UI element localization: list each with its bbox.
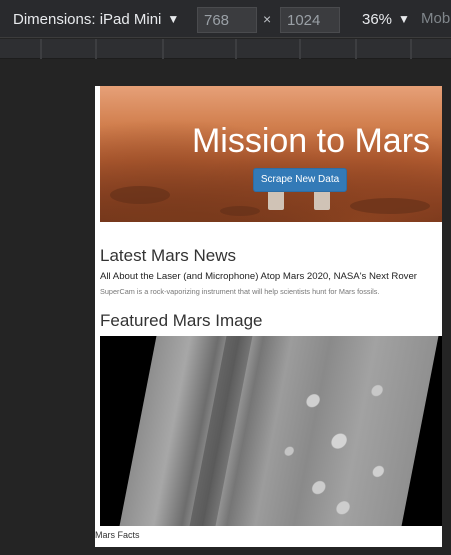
hero-jumbotron: Mission to Mars Scrape New Data (100, 86, 442, 222)
emulated-viewport: Mission to Mars Scrape New Data Latest M… (95, 86, 442, 547)
device-height-input[interactable] (280, 7, 340, 33)
featured-image-heading: Featured Mars Image (100, 311, 263, 330)
ruler-mark (162, 39, 164, 59)
news-title: All About the Laser (and Microphone) Ato… (100, 271, 417, 282)
mars-surface-strip (118, 336, 440, 526)
ruler-mark (95, 39, 97, 59)
media-query-ruler (0, 39, 451, 59)
zoom-label: 36% (362, 11, 393, 28)
rock-shape (220, 206, 260, 216)
device-dimensions-label: Dimensions: iPad Mini (13, 11, 162, 28)
ruler-mark (410, 39, 412, 59)
device-toolbar: Dimensions: iPad Mini ▼ × 36% ▼ Mob (0, 0, 451, 38)
ruler-mark (299, 39, 301, 59)
ruler-mark (355, 39, 357, 59)
scrape-new-data-button[interactable]: Scrape New Data (253, 168, 347, 192)
news-paragraph: SuperCam is a rock-vaporizing instrument… (100, 287, 380, 296)
surface-channel (188, 336, 254, 526)
dimension-separator-icon: × (263, 11, 272, 27)
ruler-mark (235, 39, 237, 59)
zoom-dropdown[interactable]: 36% ▼ (362, 0, 410, 39)
mars-facts-heading: Mars Facts (95, 530, 140, 540)
rock-shape (350, 198, 430, 214)
dropdown-caret-icon: ▼ (398, 12, 410, 26)
device-dimensions-dropdown[interactable]: Dimensions: iPad Mini ▼ (13, 0, 179, 39)
featured-mars-image (100, 336, 442, 526)
ruler-mark (40, 39, 42, 59)
rock-shape (110, 186, 170, 204)
device-width-input[interactable] (197, 7, 257, 33)
device-mode-dropdown[interactable]: Mob (421, 0, 450, 38)
latest-news-heading: Latest Mars News (100, 246, 237, 265)
hero-title: Mission to Mars (191, 122, 431, 160)
dropdown-caret-icon: ▼ (167, 12, 180, 26)
